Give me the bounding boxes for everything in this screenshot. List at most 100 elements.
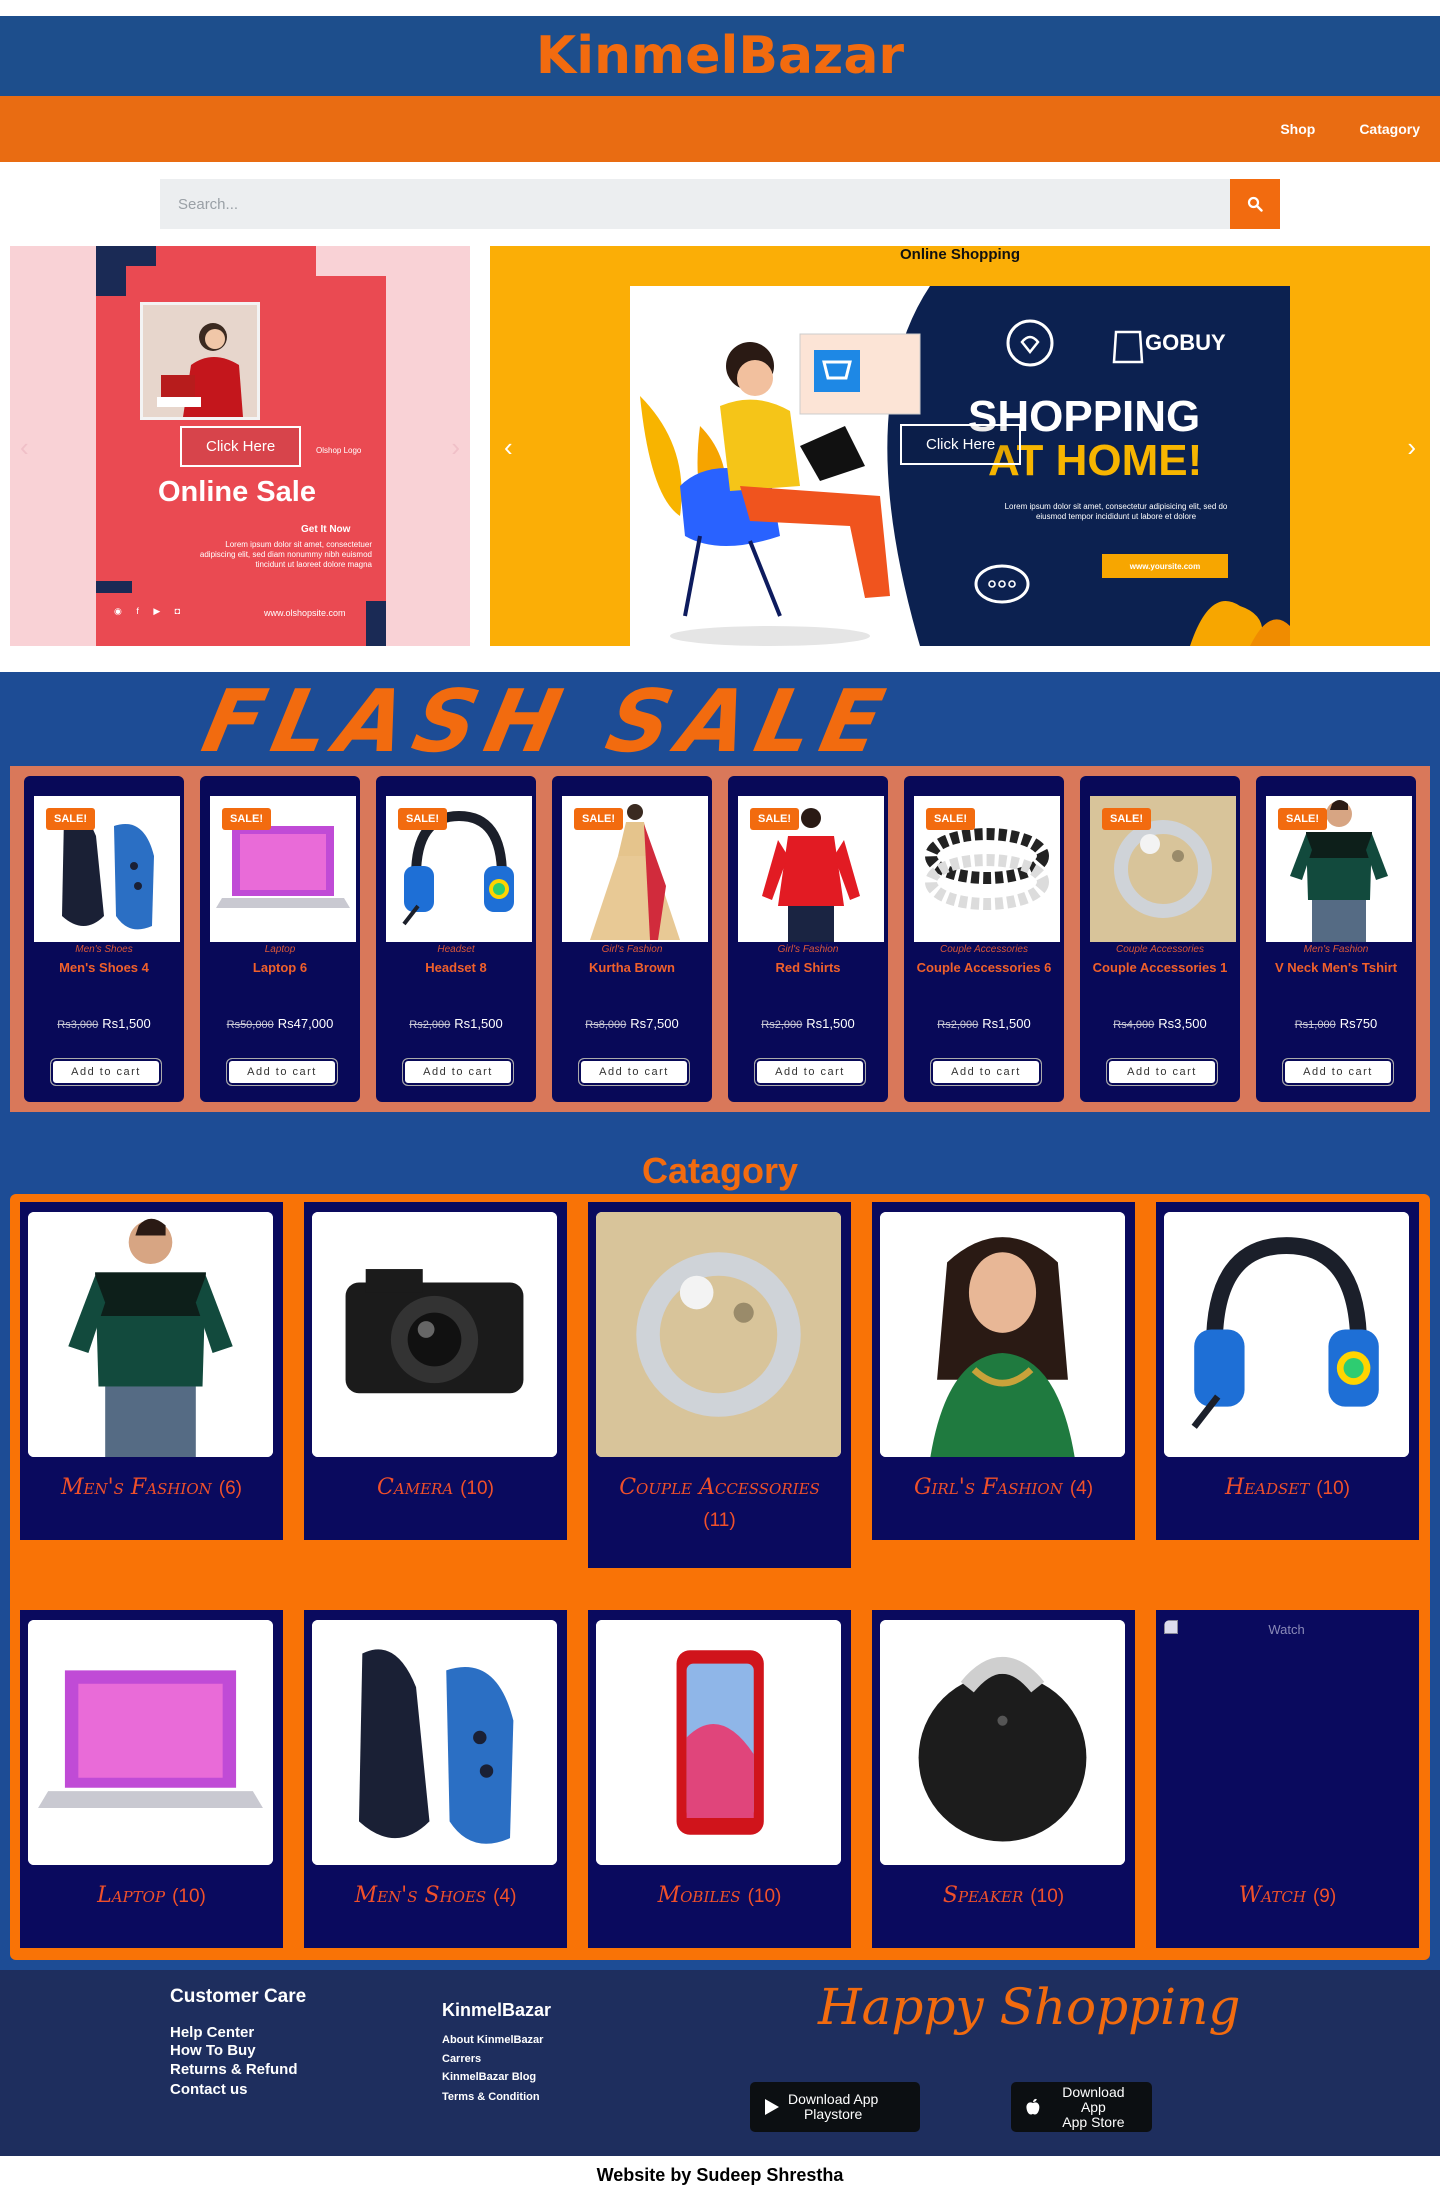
playstore-button[interactable]: Download App Playstore [750,2082,920,2132]
product-category[interactable]: Laptop [200,944,360,955]
right-click-here-button[interactable]: Click Here [900,424,1022,465]
category-image[interactable] [28,1620,273,1865]
category-card[interactable]: Men's Shoes (4) [304,1610,567,1948]
nav-bar: Shop Catagory [0,96,1440,162]
category-image[interactable] [312,1620,557,1865]
product-price: Rs4,000 Rs3,500 [1080,1016,1240,1031]
blog-link[interactable]: KinmelBazar Blog [442,2068,551,2087]
product-name[interactable]: Men's Shoes 4 [24,960,184,975]
product-name[interactable]: V Neck Men's Tshirt [1256,960,1416,975]
how-to-buy-link[interactable]: How To Buy [170,2042,306,2060]
product-image[interactable]: SALE! [386,796,532,942]
appstore-label: Download App App Store [1049,2084,1138,2130]
category-card[interactable]: Headset (10) [1156,1202,1419,1540]
category-label[interactable]: Mobiles (10) [588,1880,851,1913]
product-price: Rs2,000 Rs1,500 [904,1016,1064,1031]
category-card[interactable]: Watch Watch (9) [1156,1610,1419,1948]
search-button[interactable] [1230,179,1280,229]
category-label[interactable]: Girl's Fashion (4) [872,1472,1135,1505]
category-card[interactable]: Girl's Fashion (4) [872,1202,1135,1540]
category-label[interactable]: Camera (10) [304,1472,567,1505]
product-name[interactable]: Couple Accessories 6 [904,960,1064,975]
product-card[interactable]: SALE! Couple Accessories Couple Accessorie… [904,776,1064,1102]
sale-price: Rs1,500 [806,1016,855,1031]
next-arrow-icon[interactable]: › [451,432,460,463]
product-image[interactable]: SALE! [914,796,1060,942]
product-image[interactable]: SALE! [34,796,180,942]
product-card[interactable]: SALE! Men's Shoes Men's Shoes 4 Rs3,000 Rs1,… [24,776,184,1102]
search-bar [160,179,1280,229]
category-label[interactable]: Laptop (10) [20,1880,283,1913]
product-card[interactable]: SALE! Laptop Laptop 6 Rs50,000 Rs47,000 Add t… [200,776,360,1102]
add-to-cart-button[interactable]: Add to cart [1106,1058,1218,1086]
product-image[interactable]: SALE! [210,796,356,942]
help-center-link[interactable]: Help Center [170,2024,306,2042]
product-image[interactable]: SALE! [1266,796,1412,942]
about-link[interactable]: About KinmelBazar [442,2031,551,2050]
add-to-cart-button[interactable]: Add to cart [930,1058,1042,1086]
product-category[interactable]: Men's Shoes [24,944,184,955]
category-label[interactable]: Speaker (10) [872,1880,1135,1913]
category-card[interactable]: Speaker (10) [872,1610,1135,1948]
product-card[interactable]: SALE! Headset Headset 8 Rs2,000 Rs1,500 Add t… [376,776,536,1102]
headset-icon [1164,1212,1409,1457]
add-to-cart-button[interactable]: Add to cart [402,1058,514,1086]
sale-badge: SALE! [574,808,623,830]
search-input[interactable] [160,179,1230,229]
product-card[interactable]: SALE! Girl's Fashion Kurtha Brown Rs8,000 Rs… [552,776,712,1102]
product-name[interactable]: Headset 8 [376,960,536,975]
product-category[interactable]: Couple Accessories [904,944,1064,955]
category-image[interactable] [596,1620,841,1865]
product-category[interactable]: Girl's Fashion [728,944,888,955]
category-image[interactable] [596,1212,841,1457]
category-card[interactable]: Mobiles (10) [588,1610,851,1948]
terms-link[interactable]: Terms & Condition [442,2087,551,2107]
add-to-cart-button[interactable]: Add to cart [50,1058,162,1086]
product-card[interactable]: SALE! Girl's Fashion Red Shirts Rs2,000 Rs1,… [728,776,888,1102]
category-image[interactable] [28,1212,273,1457]
product-name[interactable]: Kurtha Brown [552,960,712,975]
add-to-cart-button[interactable]: Add to cart [226,1058,338,1086]
category-label[interactable]: Couple Accessories (11) [588,1472,851,1537]
appstore-button[interactable]: Download App App Store [1011,2082,1152,2132]
category-label[interactable]: Watch (9) [1156,1880,1419,1913]
product-card[interactable]: SALE! Men's Fashion V Neck Men's Tshirt Rs1… [1256,776,1416,1102]
add-to-cart-button[interactable]: Add to cart [754,1058,866,1086]
category-label[interactable]: Men's Fashion (6) [20,1472,283,1505]
category-card[interactable]: Men's Fashion (6) [20,1202,283,1540]
product-name[interactable]: Couple Accessories 1 [1080,960,1240,975]
category-card[interactable]: Couple Accessories (11) [588,1202,851,1568]
category-label[interactable]: Headset (10) [1156,1472,1419,1505]
product-category[interactable]: Headset [376,944,536,955]
product-name[interactable]: Red Shirts [728,960,888,975]
product-category[interactable]: Girl's Fashion [552,944,712,955]
category-image[interactable] [880,1212,1125,1457]
prev-arrow-icon[interactable]: ‹ [20,432,29,463]
next-arrow-icon[interactable]: › [1407,432,1416,463]
category-label[interactable]: Men's Shoes (4) [304,1880,567,1913]
category-image[interactable]: Watch [1164,1620,1409,1865]
category-image[interactable] [880,1620,1125,1865]
product-image[interactable]: SALE! [1090,796,1236,942]
category-image[interactable] [312,1212,557,1457]
product-category[interactable]: Couple Accessories [1080,944,1240,955]
product-category[interactable]: Men's Fashion [1256,944,1416,955]
prev-arrow-icon[interactable]: ‹ [504,432,513,463]
contact-us-link[interactable]: Contact us [170,2079,306,2101]
category-card[interactable]: Laptop (10) [20,1610,283,1948]
product-image[interactable]: SALE! [562,796,708,942]
product-name[interactable]: Laptop 6 [200,960,360,975]
sale-badge: SALE! [1278,808,1327,830]
nav-shop[interactable]: Shop [1280,121,1315,137]
site-title[interactable]: KinmelBazar [536,26,904,86]
category-card[interactable]: Camera (10) [304,1202,567,1540]
category-image[interactable] [1164,1212,1409,1457]
product-image[interactable]: SALE! [738,796,884,942]
careers-link[interactable]: Carrers [442,2050,551,2068]
add-to-cart-button[interactable]: Add to cart [578,1058,690,1086]
nav-catagory[interactable]: Catagory [1359,121,1420,137]
left-click-here-button[interactable]: Click Here [180,426,302,467]
product-card[interactable]: SALE! Couple Accessories Couple Accessorie… [1080,776,1240,1102]
returns-refund-link[interactable]: Returns & Refund [170,2060,306,2079]
add-to-cart-button[interactable]: Add to cart [1282,1058,1394,1086]
